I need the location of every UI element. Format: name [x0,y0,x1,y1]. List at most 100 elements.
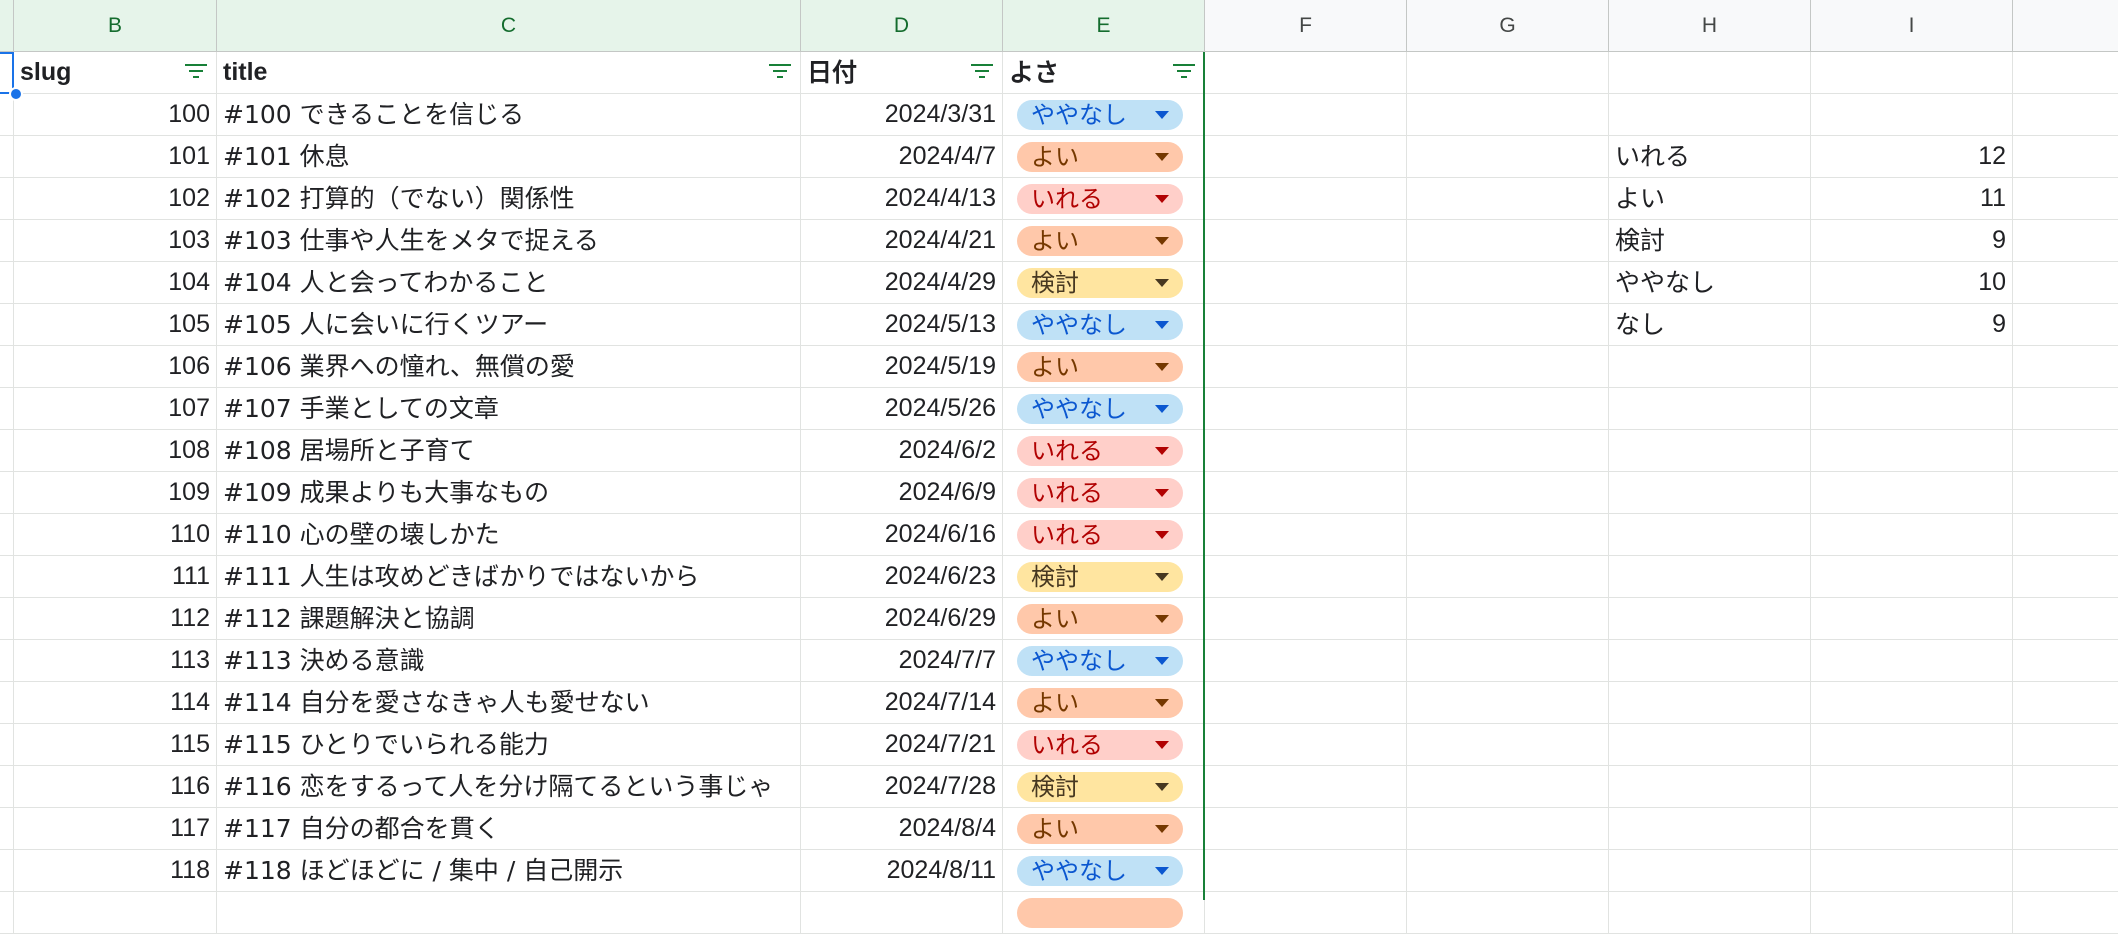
cell[interactable] [0,430,14,472]
cell[interactable] [1407,682,1609,724]
cell-title[interactable]: #115 ひとりでいられる能力 [217,724,801,766]
cell-date[interactable]: 2024/7/21 [801,724,1003,766]
cell[interactable] [0,724,14,766]
cell[interactable] [1407,514,1609,556]
cell[interactable] [0,136,14,178]
cell[interactable] [2013,724,2118,766]
cell[interactable] [1407,556,1609,598]
cell[interactable] [1609,892,1811,934]
cell-title[interactable]: #109 成果よりも大事なもの [217,472,801,514]
dropdown-arrow-icon[interactable] [1155,531,1169,539]
cell-date[interactable]: 2024/7/28 [801,766,1003,808]
filter-icon[interactable] [970,64,994,80]
cell-h[interactable] [1609,52,1811,94]
cell-slug[interactable]: 118 [14,850,217,892]
yosa-dropdown-chip[interactable]: よい [1017,226,1183,256]
cell[interactable] [0,556,14,598]
cell[interactable] [1205,682,1407,724]
cell-slug[interactable]: 105 [14,304,217,346]
summary-count[interactable]: 10 [1811,262,2013,304]
cell-title[interactable]: #106 業界への憧れ、無償の愛 [217,346,801,388]
cell[interactable] [1407,262,1609,304]
cell-slug[interactable]: 100 [14,94,217,136]
cell-yosa[interactable]: いれる [1003,178,1205,220]
cell[interactable] [2013,430,2118,472]
cell[interactable] [1407,388,1609,430]
cell[interactable] [2013,766,2118,808]
cell-title[interactable]: #105 人に会いに行くツアー [217,304,801,346]
cell-yosa[interactable]: よい [1003,808,1205,850]
cell-slug[interactable]: 109 [14,472,217,514]
cell-title[interactable]: #107 手業としての文章 [217,388,801,430]
cell[interactable] [2013,136,2118,178]
cell-title[interactable]: #101 休息 [217,136,801,178]
cell[interactable] [1811,346,2013,388]
yosa-dropdown-chip[interactable]: よい [1017,604,1183,634]
dropdown-arrow-icon[interactable] [1155,573,1169,581]
dropdown-arrow-icon[interactable] [1155,405,1169,413]
cell-title[interactable]: #108 居場所と子育て [217,430,801,472]
cell[interactable] [0,220,14,262]
cell[interactable] [2013,850,2118,892]
cell-f[interactable] [1205,52,1407,94]
cell-title[interactable]: #110 心の壁の壊しかた [217,514,801,556]
cell-yosa[interactable]: いれる [1003,472,1205,514]
cell[interactable] [1407,430,1609,472]
cell-slug[interactable]: 110 [14,514,217,556]
cell[interactable] [0,682,14,724]
cell[interactable] [1407,892,1609,934]
summary-label[interactable]: よい [1609,178,1811,220]
yosa-dropdown-chip[interactable]: いれる [1017,184,1183,214]
cell[interactable] [801,892,1003,934]
cell[interactable] [2013,556,2118,598]
cell[interactable] [1205,850,1407,892]
cell-date[interactable]: 2024/5/26 [801,388,1003,430]
cell[interactable] [1407,850,1609,892]
cell-yosa[interactable]: 検討 [1003,556,1205,598]
dropdown-arrow-icon[interactable] [1155,195,1169,203]
yosa-dropdown-chip[interactable]: ややなし [1017,856,1183,886]
cell[interactable] [2013,178,2118,220]
yosa-dropdown-chip[interactable]: いれる [1017,730,1183,760]
cell[interactable] [1609,430,1811,472]
cell[interactable] [2013,220,2118,262]
summary-count[interactable]: 11 [1811,178,2013,220]
dropdown-arrow-icon[interactable] [1155,489,1169,497]
cell[interactable] [1205,808,1407,850]
cell-slug[interactable]: 116 [14,766,217,808]
cell[interactable] [1407,220,1609,262]
cell[interactable] [1407,136,1609,178]
header-date[interactable]: 日付 [801,52,1003,94]
cell[interactable] [1205,724,1407,766]
filter-icon[interactable] [1172,64,1196,80]
cell-date[interactable]: 2024/6/16 [801,514,1003,556]
cell[interactable] [1205,640,1407,682]
cell-i[interactable] [1811,52,2013,94]
cell[interactable] [1811,556,2013,598]
filter-icon[interactable] [768,64,792,80]
dropdown-arrow-icon[interactable] [1155,657,1169,665]
cell-date[interactable]: 2024/7/7 [801,640,1003,682]
cell[interactable] [1205,136,1407,178]
cell[interactable] [1205,178,1407,220]
column-header-c[interactable]: C [217,0,801,51]
cell[interactable] [0,388,14,430]
cell-date[interactable]: 2024/5/19 [801,346,1003,388]
cell-date[interactable]: 2024/6/23 [801,556,1003,598]
cell[interactable] [1205,430,1407,472]
cell[interactable] [1609,640,1811,682]
cell[interactable] [0,766,14,808]
cell-slug[interactable]: 104 [14,262,217,304]
cell-slug[interactable]: 102 [14,178,217,220]
cell[interactable] [1205,94,1407,136]
cell[interactable] [1205,388,1407,430]
cell[interactable] [1407,178,1609,220]
yosa-dropdown-chip[interactable]: いれる [1017,520,1183,550]
cell[interactable] [0,808,14,850]
cell-date[interactable]: 2024/5/13 [801,304,1003,346]
cell[interactable] [1609,682,1811,724]
cell-date[interactable]: 2024/6/29 [801,598,1003,640]
dropdown-arrow-icon[interactable] [1155,615,1169,623]
cell[interactable] [1811,808,2013,850]
cell[interactable] [1205,514,1407,556]
